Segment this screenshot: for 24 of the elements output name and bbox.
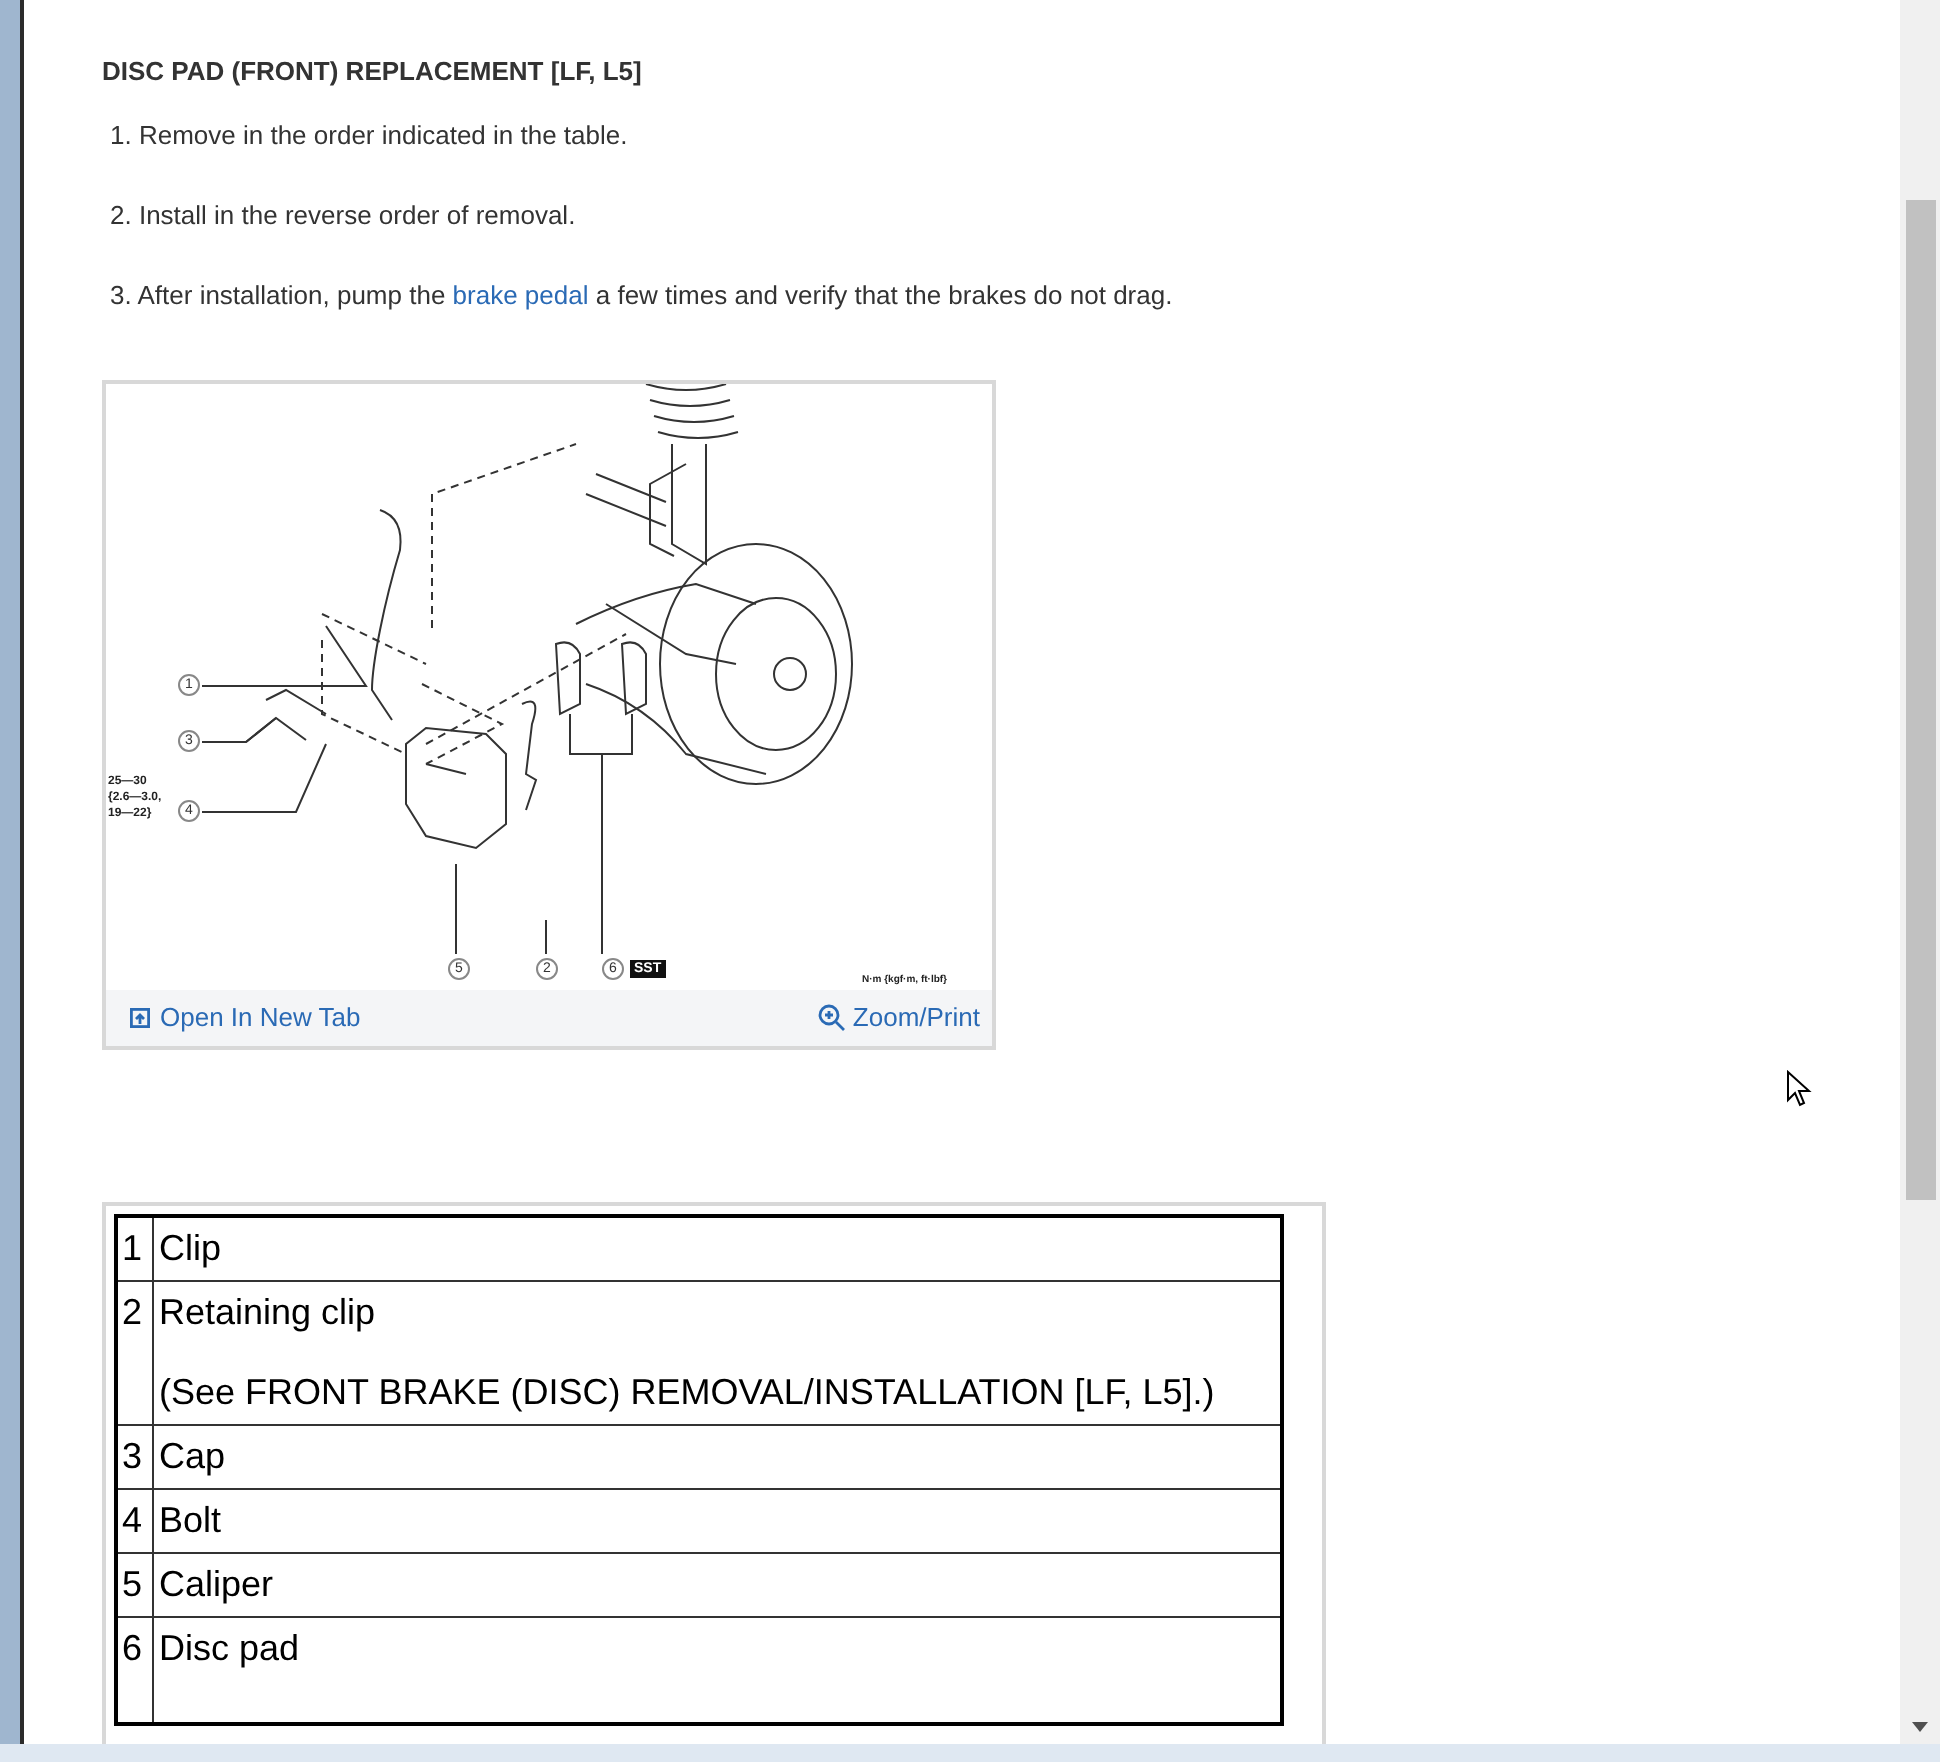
part-name: Bolt <box>159 1498 224 1542</box>
section-heading: DISC PAD (FRONT) REPLACEMENT [LF, L5] <box>102 56 644 88</box>
scrollbar[interactable] <box>1900 0 1940 1744</box>
instruction-step: 3. After installation, pump the brake pedal a few times and verify that the brakes do not drag. <box>110 280 1173 312</box>
part-name: Caliper <box>159 1562 276 1606</box>
row-number: 2 <box>116 1281 152 1425</box>
brake-pedal-link[interactable]: brake pedal <box>452 280 589 310</box>
part-name: Retaining clip <box>159 1290 378 1334</box>
instruction-step: 1. Remove in the order indicated in the table. <box>110 120 628 152</box>
zoom-print-link[interactable]: Zoom/Print <box>818 998 980 1038</box>
row-number: 4 <box>116 1489 152 1553</box>
row-number: 1 <box>116 1216 152 1281</box>
mouse-pointer-icon <box>1786 1070 1812 1108</box>
part-name: Clip <box>159 1226 224 1270</box>
part-name: Disc pad <box>159 1626 302 1670</box>
instruction-step: 2. Install in the reverse order of removal. <box>110 200 576 232</box>
row-number: 5 <box>116 1553 152 1617</box>
open-in-new-tab-link[interactable]: Open In New Tab <box>130 998 361 1038</box>
zoom-in-icon <box>818 1004 847 1032</box>
new-tab-icon <box>130 1008 150 1028</box>
part-note: (See FRONT BRAKE (DISC) REMOVAL/INSTALLATION [LF, L5].) <box>159 1370 1217 1414</box>
scroll-down-arrow-icon[interactable] <box>1912 1722 1928 1732</box>
row-number: 3 <box>116 1425 152 1489</box>
part-name: Cap <box>159 1434 228 1478</box>
